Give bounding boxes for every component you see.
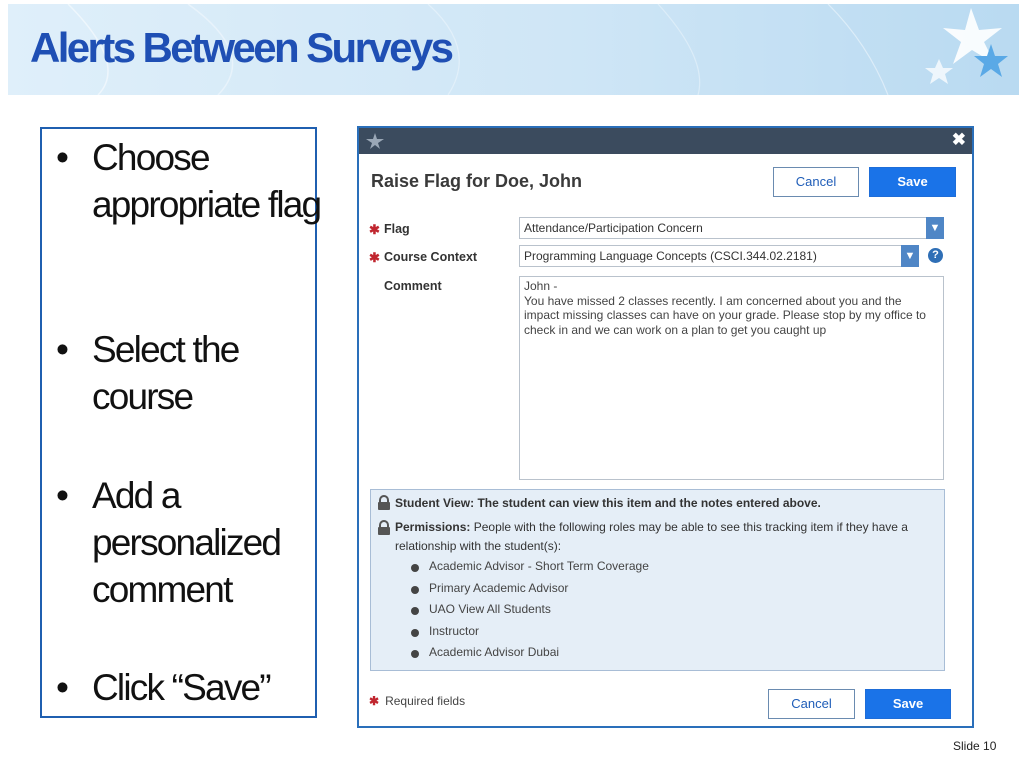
role-bullet: [411, 586, 419, 594]
role-item: UAO View All Students: [429, 602, 551, 616]
slide-title: Alerts Between Surveys: [30, 24, 454, 71]
dialog-heading: Raise Flag for Doe, John: [371, 171, 583, 191]
chevron-down-icon[interactable]: ▼: [901, 245, 919, 267]
bullet-dot: •: [56, 475, 69, 516]
instructions-box: • Choose appropriate flag • Select the c…: [40, 127, 322, 718]
bullet-dot: •: [56, 329, 69, 370]
stars-logo-icon: [925, 8, 1008, 84]
student-view-note: Student View: The student can view this …: [395, 496, 821, 510]
dialog-titlebar: ✖: [359, 128, 972, 154]
close-icon[interactable]: ✖: [952, 130, 966, 150]
comment-textarea[interactable]: John - You have missed 2 classes recentl…: [519, 276, 944, 480]
role-bullet: [411, 650, 419, 658]
bullet-text: Select the course: [92, 329, 240, 417]
bullet-dot: •: [56, 667, 69, 708]
required-fields-note: ✱ Required fields: [369, 694, 465, 708]
flag-label: Flag: [384, 222, 410, 236]
course-context-select[interactable]: Programming Language Concepts (CSCI.344.…: [519, 245, 919, 267]
role-bullet: [411, 564, 419, 572]
help-icon[interactable]: ?: [928, 248, 943, 263]
flag-select[interactable]: Attendance/Participation Concern ▼: [519, 217, 944, 239]
course-context-value: Programming Language Concepts (CSCI.344.…: [524, 249, 817, 263]
comment-label: Comment: [384, 279, 442, 293]
slide-number: Slide 10: [953, 739, 997, 753]
lock-icon: [378, 520, 390, 535]
cancel-button[interactable]: Cancel: [773, 167, 859, 197]
save-button-bottom[interactable]: Save: [865, 689, 951, 719]
raise-flag-dialog: ✖ Raise Flag for Doe, John Cancel Save ✱…: [357, 126, 974, 728]
role-bullet: [411, 607, 419, 615]
bullet-dot: •: [56, 137, 69, 178]
bullet-text: Choose appropriate flag: [92, 137, 322, 225]
role-item: Academic Advisor Dubai: [429, 645, 560, 659]
role-bullet: [411, 629, 419, 637]
visibility-info-panel: Student View: The student can view this …: [370, 489, 945, 671]
save-button[interactable]: Save: [869, 167, 956, 197]
star-logo-icon: [366, 133, 384, 149]
permissions-note: Permissions: People with the following r…: [395, 518, 935, 556]
lock-icon: [378, 495, 390, 510]
cancel-button-bottom[interactable]: Cancel: [768, 689, 855, 719]
flag-select-value: Attendance/Participation Concern: [524, 221, 703, 235]
permissions-text: People with the following roles may be a…: [395, 520, 908, 553]
required-star: ✱: [369, 694, 380, 708]
required-star: ✱: [369, 250, 380, 265]
role-item: Academic Advisor - Short Term Coverage: [429, 559, 649, 573]
bullet-text: Click “Save”: [92, 667, 272, 708]
role-item: Primary Academic Advisor: [429, 581, 569, 595]
title-banner: Alerts Between Surveys: [8, 4, 1019, 95]
course-context-label: Course Context: [384, 250, 478, 264]
required-star: ✱: [369, 222, 380, 237]
required-fields-label: Required fields: [385, 694, 466, 708]
bullet-text: Add a personalized comment: [92, 475, 282, 610]
chevron-down-icon[interactable]: ▼: [926, 217, 944, 239]
permissions-label: Permissions:: [395, 520, 471, 534]
role-item: Instructor: [429, 624, 480, 638]
